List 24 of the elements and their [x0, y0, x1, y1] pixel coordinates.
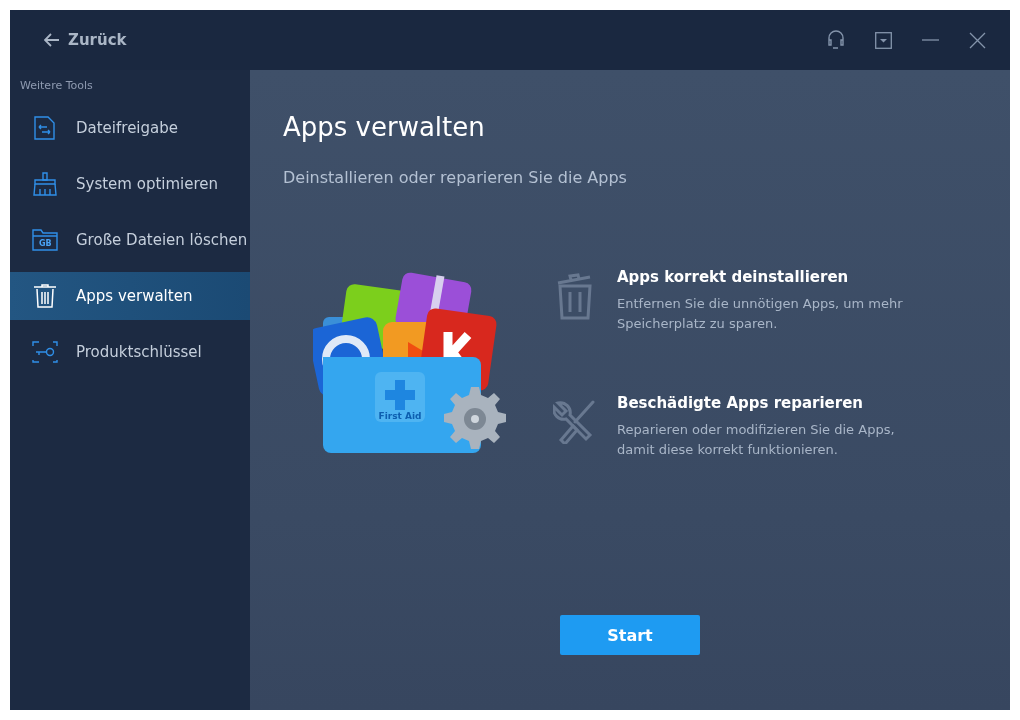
feature-description: Entfernen Sie die unnötigen Apps, um mehr Speicherplatz zu sparen. [617, 295, 904, 333]
trash-icon [555, 272, 595, 320]
close-icon[interactable] [969, 31, 986, 49]
broom-icon [32, 172, 58, 196]
back-arrow-icon [44, 33, 60, 47]
sidebar-item[interactable]: System optimieren [10, 160, 250, 208]
app-folder-drawing: First Aid [313, 267, 509, 457]
tools-icon [553, 398, 597, 444]
feature-title: Apps korrekt deinstallieren [617, 268, 850, 286]
sidebar-item[interactable]: GB Große Dateien löschen [10, 216, 250, 264]
sidebar-item[interactable]: Apps verwalten [10, 272, 250, 320]
sidebar-heading: Weitere Tools [19, 78, 94, 94]
sidebar-item[interactable]: Produktschlüssel [10, 328, 250, 376]
dropdown-menu-icon[interactable] [875, 31, 892, 49]
key-icon [32, 341, 58, 363]
page-title: Apps verwalten [283, 112, 486, 142]
page-subtitle: Deinstallieren oder reparieren Sie die Apps [283, 168, 628, 187]
back-button[interactable]: Zurück [40, 27, 131, 53]
sidebar-item[interactable]: Dateifreigabe [10, 104, 250, 152]
feature-description: Reparieren oder modifizieren Sie die Apps, damit diese korrekt funktionieren. [617, 421, 896, 459]
feature-title: Beschädigte Apps reparieren [617, 394, 865, 412]
file-share-icon [34, 116, 56, 140]
trash-icon [33, 284, 57, 308]
headset-icon[interactable] [827, 30, 845, 50]
